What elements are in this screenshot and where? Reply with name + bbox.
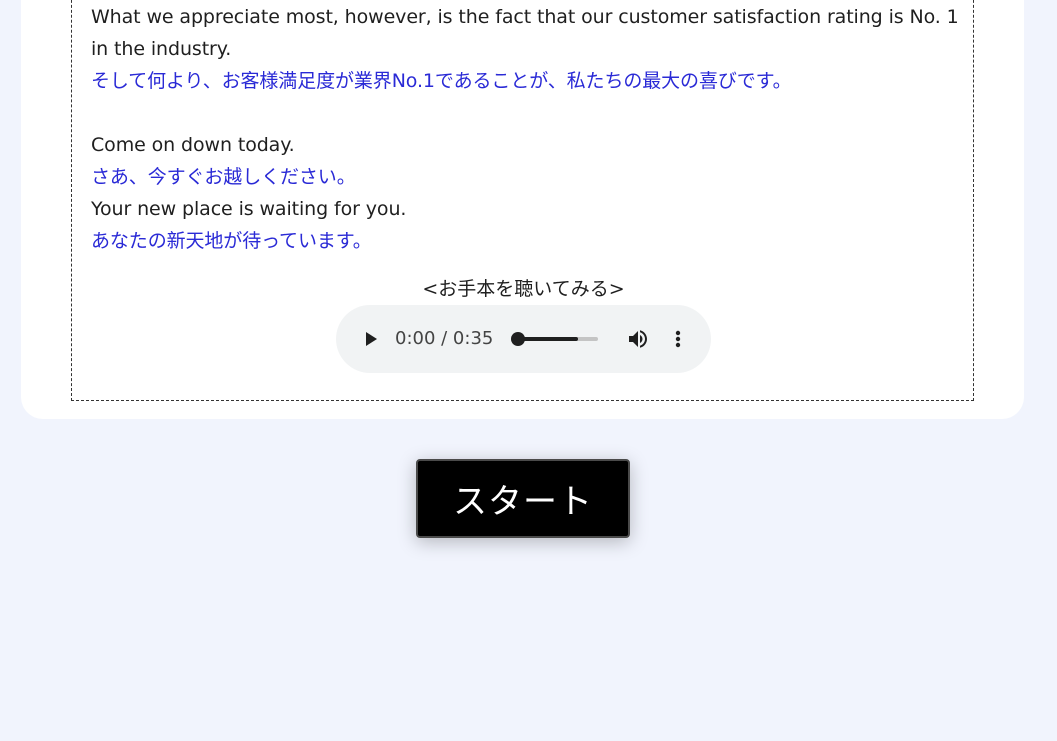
lesson-box: What we appreciate most, however, is the… <box>71 0 974 401</box>
seek-thumb[interactable] <box>511 332 525 346</box>
time-readout: 0:00 / 0:35 <box>395 328 494 349</box>
line-en-1: What we appreciate most, however, is the… <box>91 6 959 60</box>
play-icon[interactable] <box>358 327 382 351</box>
more-vert-icon[interactable] <box>668 327 688 351</box>
line-ja-1: そして何より、お客様満足度が業界No.1であることが、私たちの最大の喜びです。 <box>91 70 792 92</box>
line-ja-2: さあ、今すぐお越しください。 <box>91 166 356 188</box>
line-en-2: Come on down today. <box>91 134 295 156</box>
seek-bar[interactable] <box>511 332 598 346</box>
line-en-3: Your new place is waiting for you. <box>91 198 407 220</box>
lesson-text: What we appreciate most, however, is the… <box>91 1 961 257</box>
sample-audio-label: <お手本を聴いてみる> <box>422 278 625 300</box>
audio-player[interactable]: 0:00 / 0:35 <box>336 305 711 373</box>
line-ja-3: あなたの新天地が待っています。 <box>91 230 372 252</box>
seek-buffered <box>516 337 579 341</box>
start-button[interactable]: スタート <box>416 459 630 538</box>
volume-icon[interactable] <box>626 327 650 351</box>
lesson-card: What we appreciate most, however, is the… <box>21 0 1024 419</box>
